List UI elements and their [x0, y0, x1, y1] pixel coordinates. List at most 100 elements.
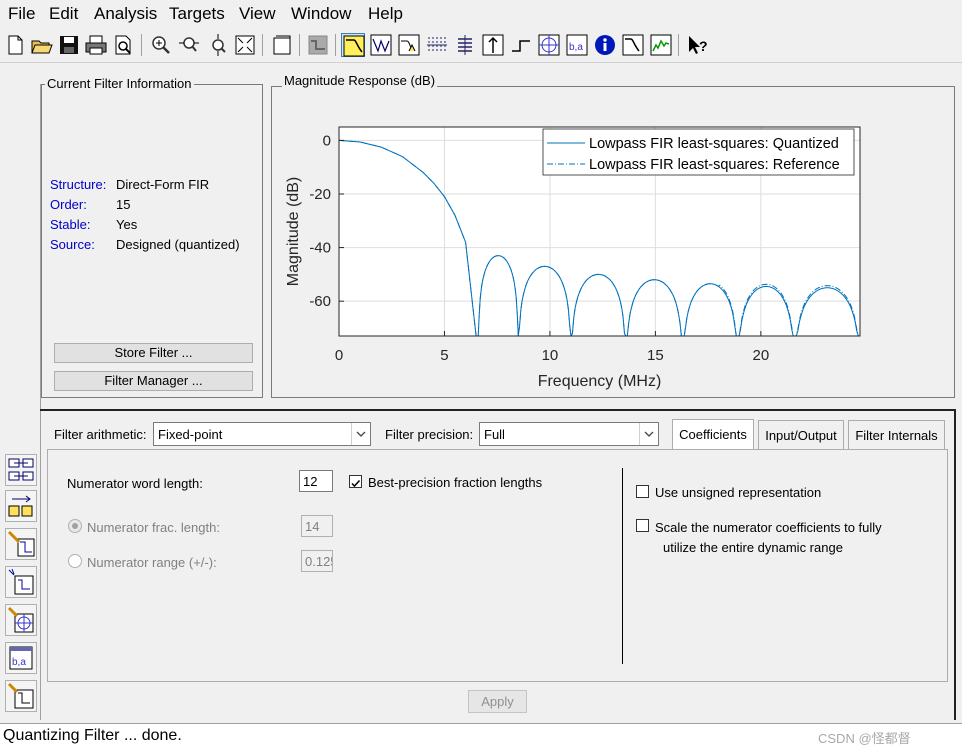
filter-arithmetic-value: Fixed-point	[158, 427, 223, 442]
radio-dot-icon	[72, 523, 78, 529]
numerator-frac-length-label: Numerator frac. length:	[87, 520, 220, 535]
menu-help[interactable]: Help	[368, 4, 403, 24]
numerator-range-input[interactable]: 0.125	[301, 550, 333, 572]
store-filter-button[interactable]: Store Filter ...	[54, 343, 253, 363]
sidebar: b,a	[0, 84, 41, 720]
transform-filter-icon[interactable]	[5, 566, 37, 598]
design-filter-icon[interactable]	[5, 528, 37, 560]
toolbar: b,a ?	[0, 29, 962, 63]
filter-info-title: Current Filter Information	[45, 76, 194, 91]
impulse-response-icon[interactable]	[481, 33, 505, 57]
save-icon[interactable]	[57, 33, 81, 57]
numerator-frac-length-radio[interactable]	[68, 519, 82, 533]
x-tick-label: 10	[542, 347, 559, 364]
filter-precision-dropdown[interactable]: Full	[479, 422, 659, 446]
zoom-in-icon[interactable]	[149, 33, 173, 57]
filter-arithmetic-dropdown[interactable]: Fixed-point	[153, 422, 371, 446]
source-label: Source:	[50, 237, 95, 252]
menu-window[interactable]: Window	[291, 4, 351, 24]
stable-value: Yes	[116, 217, 138, 232]
menu-bar: File Edit Analysis Targets View Window H…	[0, 0, 962, 28]
filter-manager-button[interactable]: Filter Manager ...	[54, 371, 253, 391]
menu-analysis[interactable]: Analysis	[94, 4, 157, 24]
tab-coefficients[interactable]: Coefficients	[672, 419, 754, 449]
tab-filter-internals[interactable]: Filter Internals	[848, 420, 945, 449]
legend-entry-quantized: Lowpass FIR least-squares: Quantized	[589, 136, 839, 152]
structure-label: Structure:	[50, 177, 107, 192]
magnitude-response-icon[interactable]	[341, 33, 365, 57]
svg-text:?: ?	[699, 38, 708, 54]
numerator-range-label: Numerator range (+/-):	[87, 555, 217, 570]
group-delay-icon[interactable]	[425, 33, 449, 57]
numerator-range-radio[interactable]	[68, 554, 82, 568]
source-value: Designed (quantized)	[116, 237, 240, 252]
realize-model-icon[interactable]: b,a	[5, 642, 37, 674]
order-value: 15	[116, 197, 131, 212]
set-quantization-icon[interactable]	[5, 680, 37, 712]
zoom-x-icon[interactable]	[177, 33, 201, 57]
x-tick-label: 0	[335, 347, 343, 364]
order-label: Order:	[50, 197, 87, 212]
svg-text:b,a: b,a	[12, 657, 26, 668]
best-precision-checkbox[interactable]	[349, 475, 362, 488]
y-tick-label: -40	[309, 240, 331, 257]
checkmark-icon	[351, 479, 361, 488]
open-icon[interactable]	[30, 33, 54, 57]
magnitude-response-title: Magnitude Response (dB)	[282, 73, 438, 88]
apply-button[interactable]: Apply	[468, 690, 527, 713]
convert-structure-icon[interactable]	[5, 454, 37, 486]
y-tick-label: -60	[309, 293, 331, 310]
tab-input-output[interactable]: Input/Output	[758, 420, 844, 449]
toolbar-separator	[262, 34, 263, 56]
new-figure-icon[interactable]	[270, 33, 294, 57]
import-filter-icon[interactable]	[5, 490, 37, 522]
y-tick-label: 0	[323, 132, 331, 149]
legend-entry-reference: Lowpass FIR least-squares: Reference	[589, 157, 840, 173]
magnitude-estimate-icon[interactable]	[621, 33, 645, 57]
zoom-y-icon[interactable]	[206, 33, 230, 57]
chevron-down-icon	[639, 423, 658, 445]
toolbar-separator	[678, 34, 679, 56]
unsigned-label: Use unsigned representation	[655, 485, 822, 500]
print-preview-icon[interactable]	[111, 33, 135, 57]
unsigned-checkbox[interactable]	[636, 485, 649, 498]
step-response-icon[interactable]	[509, 33, 533, 57]
new-icon[interactable]	[3, 33, 27, 57]
phase-response-icon[interactable]	[369, 33, 393, 57]
menu-file[interactable]: File	[8, 4, 35, 24]
menu-view[interactable]: View	[239, 4, 276, 24]
magnitude-phase-icon[interactable]	[397, 33, 421, 57]
numerator-frac-length-input[interactable]: 14	[301, 515, 333, 537]
filter-coefficients-icon[interactable]: b,a	[565, 33, 589, 57]
pole-zero-editor-icon[interactable]	[5, 604, 37, 636]
pole-zero-icon[interactable]	[537, 33, 561, 57]
scale-coefficients-label: Scale the numerator coefficients to full…	[655, 520, 882, 535]
magnitude-chart: 0 5 10 15 20 0 -20 -40 -60 Frequency (MHz) Magni…	[285, 126, 861, 390]
best-precision-label: Best-precision fraction lengths	[368, 475, 543, 490]
filter-info-icon[interactable]	[593, 33, 617, 57]
send-to-fvtool-icon[interactable]	[306, 33, 330, 57]
numerator-word-length-label: Numerator word length:	[67, 476, 203, 491]
x-axis-label: Frequency (MHz)	[538, 373, 662, 390]
y-tick-label: -20	[309, 186, 331, 203]
toolbar-separator	[141, 34, 142, 56]
numerator-word-length-input[interactable]: 12	[299, 470, 333, 492]
whats-this-icon[interactable]: ?	[686, 33, 710, 57]
toolbar-separator	[299, 34, 300, 56]
filter-precision-label: Filter precision:	[385, 427, 474, 442]
menu-targets[interactable]: Targets	[169, 4, 225, 24]
round-off-noise-icon[interactable]	[649, 33, 673, 57]
scale-coefficients-label-2: utilize the entire dynamic range	[663, 540, 843, 555]
vertical-divider	[622, 468, 623, 664]
print-icon[interactable]	[84, 33, 108, 57]
phase-delay-icon[interactable]	[453, 33, 477, 57]
watermark: CSDN @怪都督	[818, 731, 911, 746]
svg-text:b,a: b,a	[569, 42, 583, 53]
status-bar: Quantizing Filter ... done. CSDN @怪都督	[0, 723, 962, 752]
structure-value: Direct-Form FIR	[116, 177, 210, 192]
toolbar-separator	[335, 34, 336, 56]
x-tick-label: 15	[647, 347, 664, 364]
menu-edit[interactable]: Edit	[49, 4, 78, 24]
full-view-icon[interactable]	[233, 33, 257, 57]
scale-coefficients-checkbox[interactable]	[636, 519, 649, 532]
